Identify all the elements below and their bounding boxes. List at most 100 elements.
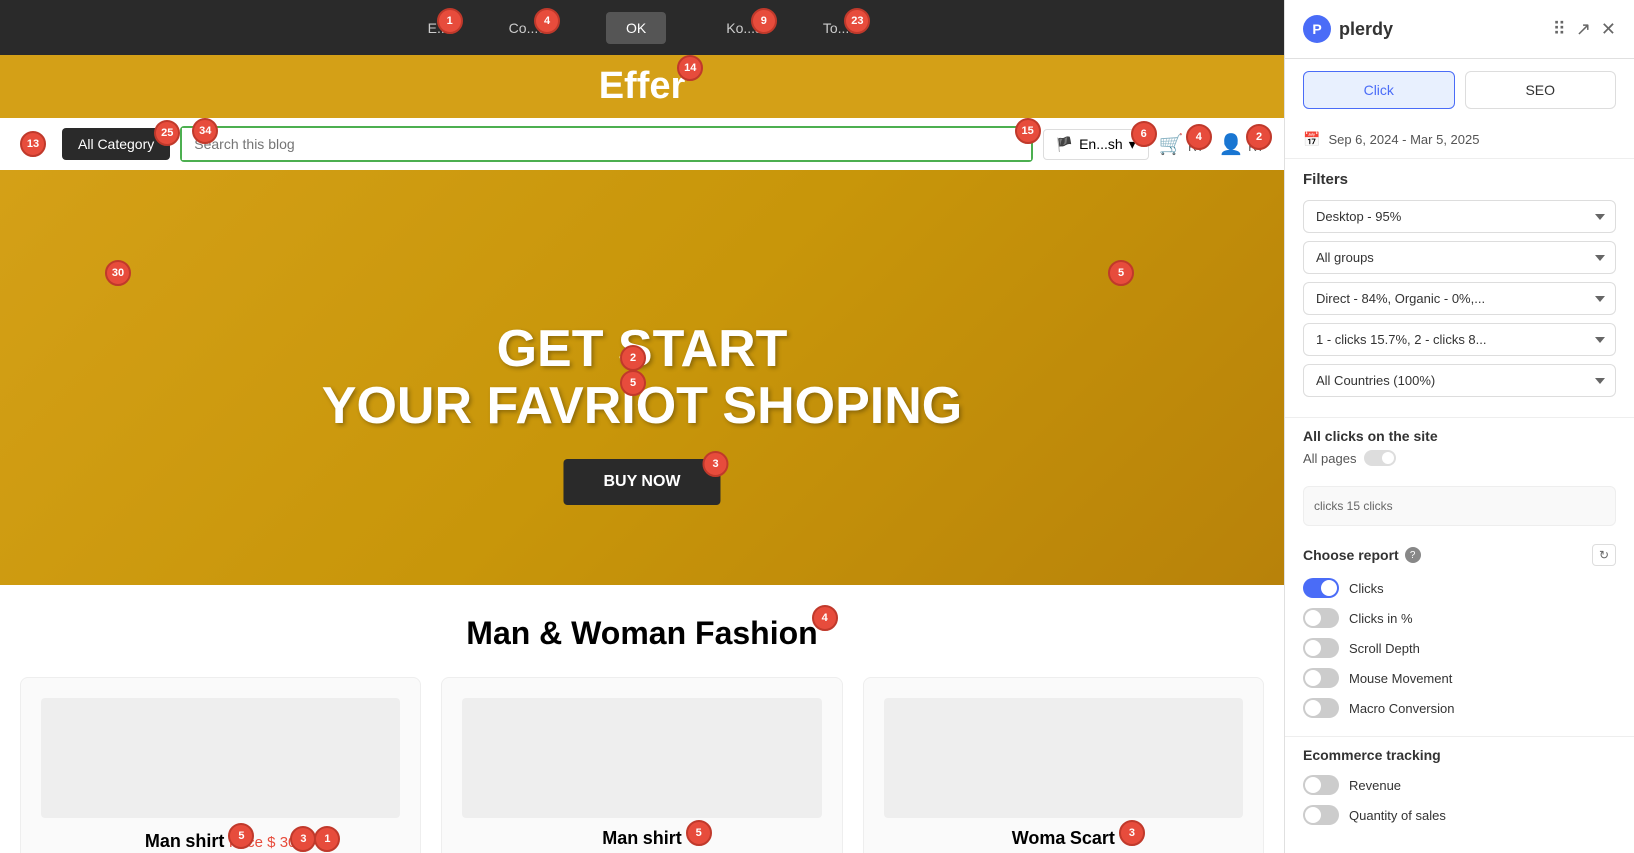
- panel-actions: ⠿ ↗ ✕: [1553, 19, 1616, 40]
- scroll-depth-toggle[interactable]: [1303, 638, 1339, 658]
- all-pages-label: All pages: [1303, 451, 1356, 466]
- clicks-info-box: clicks 15 clicks: [1303, 486, 1616, 526]
- product-image-3: [884, 698, 1243, 818]
- products-section: Man & Woman Fashion 4 Man 5 shirt Price …: [0, 585, 1284, 853]
- quantity-toggle[interactable]: [1303, 805, 1339, 825]
- date-range: 📅 Sep 6, 2024 - Mar 5, 2025: [1285, 121, 1634, 159]
- clicks-pct-toggle[interactable]: [1303, 608, 1339, 628]
- clicks-toggle[interactable]: [1303, 578, 1339, 598]
- user-icon[interactable]: 👤: [1219, 134, 1244, 156]
- macro-conversion-label: Macro Conversion: [1349, 701, 1455, 716]
- product-price-wrapper-1: Price $ 30 3 1: [229, 834, 297, 852]
- countries-filter[interactable]: All Countries (100%): [1303, 364, 1616, 397]
- product-card-1: Man 5 shirt Price $ 30 3 1: [20, 677, 421, 853]
- ok-button[interactable]: OK: [606, 12, 666, 44]
- scroll-depth-label: Scroll Depth: [1349, 641, 1420, 656]
- category-dropdown[interactable]: All Category: [62, 128, 170, 160]
- grid-button[interactable]: ⠿: [1553, 19, 1566, 40]
- mouse-movement-toggle[interactable]: [1303, 668, 1339, 688]
- lang-selector[interactable]: 🏴 En...sh ▾: [1043, 129, 1149, 160]
- nav-label-2: Co...e: [509, 20, 546, 36]
- nav-label-5: To...s: [823, 20, 856, 36]
- lang-wrapper: 🏴 En...sh ▾ 6: [1043, 129, 1149, 160]
- cart-icon[interactable]: 🛒: [1159, 134, 1184, 156]
- search-input-wrapper: 34 15: [180, 126, 1032, 162]
- plerdy-icon: P: [1303, 15, 1331, 43]
- product-card-3: Woma 3 Scart Price $ 30: [863, 677, 1264, 853]
- cart-label: RT: [1188, 140, 1204, 154]
- product-image-1: [41, 698, 400, 818]
- product-name-wrapper-3: Woma 3 Scart: [1012, 828, 1115, 849]
- product-badge-2: 5: [686, 820, 712, 846]
- quantity-toggle-row: Quantity of sales: [1303, 805, 1616, 825]
- user-label: RT: [1248, 140, 1264, 154]
- lang-chevron-icon: ▾: [1129, 136, 1136, 153]
- calendar-icon: 📅: [1303, 131, 1320, 148]
- user-icon-wrapper: 👤 2 RT: [1219, 132, 1264, 157]
- expand-button[interactable]: ↗: [1576, 19, 1591, 40]
- buy-now-wrapper: BUY NOW 3: [563, 439, 720, 505]
- clicks-filter[interactable]: 1 - clicks 15.7%, 2 - clicks 8...: [1303, 323, 1616, 356]
- mouse-movement-toggle-row: Mouse Movement: [1303, 668, 1616, 688]
- product-price-1: Price $ 30: [229, 834, 297, 851]
- hero-section: 30 5 GET START YOUR FAVRIOT SHOPING 2 5 …: [0, 170, 1284, 585]
- logo-row: Effer 14: [0, 55, 1284, 118]
- refresh-button[interactable]: ↻: [1592, 544, 1616, 566]
- main-wrapper: E... 1 Co...e 4 OK Ko...a 9 To...s 23 Ef…: [0, 0, 1284, 853]
- info-icon[interactable]: ?: [1405, 547, 1421, 563]
- close-button[interactable]: ✕: [1601, 19, 1616, 40]
- clicks-info-text: clicks 15 clicks: [1314, 499, 1393, 513]
- date-range-text: Sep 6, 2024 - Mar 5, 2025: [1328, 132, 1479, 147]
- tab-click[interactable]: Click: [1303, 71, 1455, 109]
- revenue-toggle[interactable]: [1303, 775, 1339, 795]
- scroll-depth-toggle-row: Scroll Depth: [1303, 638, 1616, 658]
- category-wrapper: All Category 25: [62, 128, 170, 160]
- nav-item-4[interactable]: Ko...a 9: [726, 20, 763, 36]
- search-input[interactable]: [182, 128, 1030, 160]
- nav-item-5[interactable]: To...s 23: [823, 20, 856, 36]
- groups-filter[interactable]: All groups: [1303, 241, 1616, 274]
- site-logo: Effer 14: [599, 65, 686, 107]
- filters-section: Filters Desktop - 95% All groups Direct …: [1285, 159, 1634, 417]
- macro-conversion-toggle-row: Macro Conversion: [1303, 698, 1616, 718]
- product-name-wrapper-2: Man 5 shirt: [602, 828, 681, 849]
- clicks-label: Clicks: [1349, 581, 1384, 596]
- cart-icon-wrapper: 🛒 4 RT: [1159, 132, 1204, 157]
- all-clicks-section: All clicks on the site All pages: [1285, 417, 1634, 486]
- search-bar-row: 13 All Category 25 34 15 🏴 En...sh ▾ 6: [0, 118, 1284, 170]
- buy-now-button[interactable]: BUY NOW 3: [563, 459, 720, 505]
- product-badge-3: 3: [1119, 820, 1145, 846]
- flag-icon: 🏴: [1056, 136, 1073, 153]
- device-filter[interactable]: Desktop - 95%: [1303, 200, 1616, 233]
- right-panel: P plerdy ⠿ ↗ ✕ Click SEO 📅 Sep 6, 2024 -…: [1284, 0, 1634, 853]
- macro-conversion-toggle[interactable]: [1303, 698, 1339, 718]
- nav-item-2[interactable]: Co...e 4: [509, 20, 546, 36]
- left-icon-badge: 13: [20, 131, 46, 157]
- tab-seo[interactable]: SEO: [1465, 71, 1617, 109]
- top-nav: E... 1 Co...e 4 OK Ko...a 9 To...s 23: [0, 0, 1284, 55]
- nav-label-4: Ko...a: [726, 20, 763, 36]
- quantity-label: Quantity of sales: [1349, 808, 1446, 823]
- main-content: E... 1 Co...e 4 OK Ko...a 9 To...s 23 Ef…: [0, 0, 1284, 853]
- panel-header: P plerdy ⠿ ↗ ✕: [1285, 0, 1634, 59]
- plerdy-logo: P plerdy: [1303, 15, 1393, 43]
- ecommerce-title: Ecommerce tracking: [1303, 747, 1616, 763]
- all-pages-toggle[interactable]: [1364, 450, 1396, 466]
- price-badge-1b: 1: [314, 826, 340, 852]
- nav-item-1[interactable]: E... 1: [428, 20, 449, 36]
- traffic-filter[interactable]: Direct - 84%, Organic - 0%,...: [1303, 282, 1616, 315]
- product-name-3: Woma: [1012, 828, 1066, 848]
- clicks-toggle-row: Clicks: [1303, 578, 1616, 598]
- product-name-1: Man: [145, 831, 181, 851]
- cart-icons: 🛒 4 RT 👤 2 RT: [1159, 132, 1264, 157]
- all-clicks-title: All clicks on the site: [1303, 428, 1616, 444]
- product-card-2: Man 5 shirt Price $ 30: [441, 677, 842, 853]
- hero-headline: GET START YOUR FAVRIOT SHOPING: [322, 320, 962, 434]
- clicks-pct-toggle-row: Clicks in %: [1303, 608, 1616, 628]
- choose-report-header: Choose report ? ↻: [1303, 544, 1616, 566]
- ecommerce-section: Ecommerce tracking Revenue Quantity of s…: [1285, 736, 1634, 845]
- lang-label: En...sh: [1079, 136, 1123, 152]
- hero-text: GET START YOUR FAVRIOT SHOPING: [322, 320, 962, 434]
- mouse-movement-label: Mouse Movement: [1349, 671, 1452, 686]
- product-name-wrapper-1: Man 5 shirt: [145, 831, 224, 852]
